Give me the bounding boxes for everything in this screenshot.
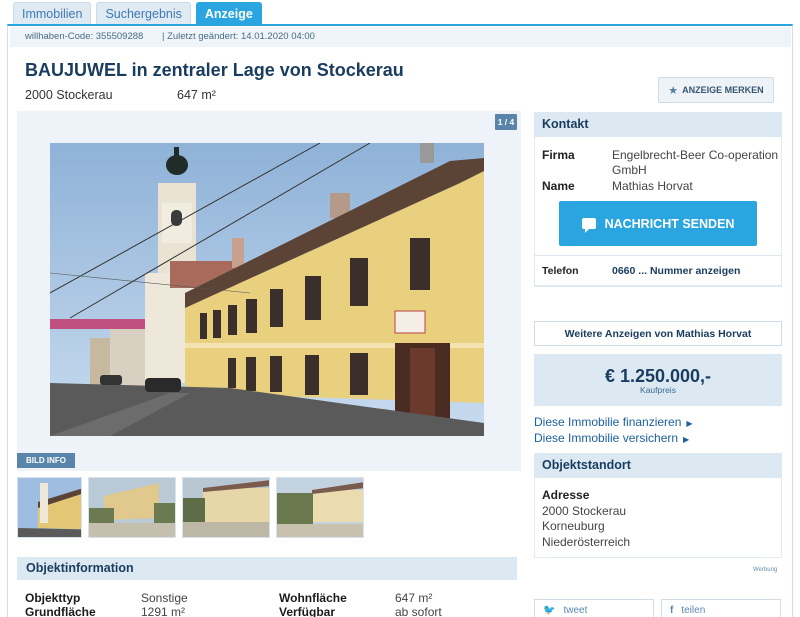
tweet-label: tweet [563, 605, 588, 616]
image-info-button[interactable]: BILD INFO [17, 453, 75, 468]
page-title: BAUJUWEL in zentraler Lage von Stockerau [25, 60, 404, 80]
contact-heading: Kontakt [534, 112, 782, 137]
objekttyp-value: Sonstige [141, 591, 188, 605]
tab-anzeige[interactable]: Anzeige [195, 2, 262, 24]
price-label: Kaufpreis [640, 385, 676, 395]
listing-area: 647 m² [177, 88, 216, 102]
objekttyp-label: Objekttyp [25, 591, 81, 605]
address-line1: 2000 Stockerau [542, 504, 627, 518]
thumbnail-1[interactable] [17, 477, 82, 538]
listing-location: 2000 Stockerau [25, 88, 113, 102]
send-message-button[interactable]: NACHRICHT SENDEN [559, 201, 757, 246]
object-info-heading: Objektinformation [17, 557, 517, 580]
firma-label: Firma [542, 148, 575, 162]
save-ad-button[interactable]: ★ ANZEIGE MERKEN [658, 77, 774, 103]
firma-value-line1: Engelbrecht-Beer Co-operation [612, 148, 779, 162]
twitter-icon: 🐦 [543, 605, 556, 616]
location-heading: Objektstandort [534, 453, 782, 478]
chevron-right-icon: ▶ [686, 419, 693, 428]
wohnflaeche-value: 647 m² [395, 591, 433, 605]
message-icon [581, 218, 596, 233]
more-ads-button[interactable]: Weitere Anzeigen von Mathias Horvat [534, 321, 782, 346]
thumbnail-3[interactable] [182, 477, 270, 538]
thumbnail-strip [17, 477, 364, 538]
address-label: Adresse [542, 488, 590, 502]
wohnflaeche-label: Wohnfläche [279, 591, 347, 605]
save-ad-label: ANZEIGE MERKEN [682, 85, 764, 95]
star-icon: ★ [668, 84, 679, 97]
share-label: teilen [681, 605, 706, 616]
price-amount: € 1.250.000,- [604, 366, 712, 386]
breadcrumb-tabs: Immobilien Suchergebnis Anzeige [13, 2, 262, 24]
address-line3: Niederösterreich [542, 535, 631, 549]
name-label: Name [542, 179, 575, 193]
finance-link-label: Diese Immobilie finanzieren [534, 415, 682, 429]
thumbnail-4[interactable] [276, 477, 364, 538]
image-counter: 1 / 4 [495, 114, 517, 130]
building-photo [50, 143, 484, 436]
tab-suchergebnis[interactable]: Suchergebnis [96, 2, 191, 24]
thumbnail-2-image [89, 478, 175, 537]
ad-label: Werbung [753, 567, 778, 573]
chevron-right-icon: ▶ [683, 435, 690, 444]
grundflaeche-label: Grundfläche [25, 605, 96, 617]
thumbnail-1-image [18, 478, 81, 537]
tab-immobilien[interactable]: Immobilien [13, 2, 92, 24]
send-message-label: NACHRICHT SENDEN [604, 216, 735, 231]
phone-label: Telefon [542, 265, 579, 277]
facebook-icon: f [670, 605, 674, 616]
name-value: Mathias Horvat [612, 179, 693, 193]
tweet-button[interactable]: 🐦 tweet [534, 599, 654, 617]
grundflaeche-value: 1291 m² [141, 605, 186, 617]
last-changed: | Zuletzt geändert: 14.01.2020 04:00 [161, 31, 315, 42]
verfuegbar-label: Verfügbar [279, 605, 336, 617]
thumbnail-3-image [183, 478, 269, 537]
thumbnail-4-image [277, 478, 363, 537]
show-phone-link[interactable]: 0660 ... Nummer anzeigen [612, 265, 740, 277]
main-photo[interactable] [50, 143, 484, 436]
insure-link-label: Diese Immobilie versichern [534, 431, 679, 445]
listing-meta-bar: willhaben-Code: 355509288 | Zuletzt geän… [10, 27, 791, 47]
verfuegbar-value: ab sofort [395, 605, 442, 617]
finance-link[interactable]: Diese Immobilie finanzieren ▶ [534, 415, 693, 429]
insure-link[interactable]: Diese Immobilie versichern ▶ [534, 431, 689, 445]
willhaben-code: willhaben-Code: 355509288 [25, 31, 144, 42]
share-button[interactable]: f teilen [661, 599, 781, 617]
price-box: € 1.250.000,- Kaufpreis [534, 354, 782, 406]
thumbnail-2[interactable] [88, 477, 176, 538]
firma-value-line2: GmbH [612, 163, 647, 177]
address-line2: Korneuburg [542, 519, 605, 533]
